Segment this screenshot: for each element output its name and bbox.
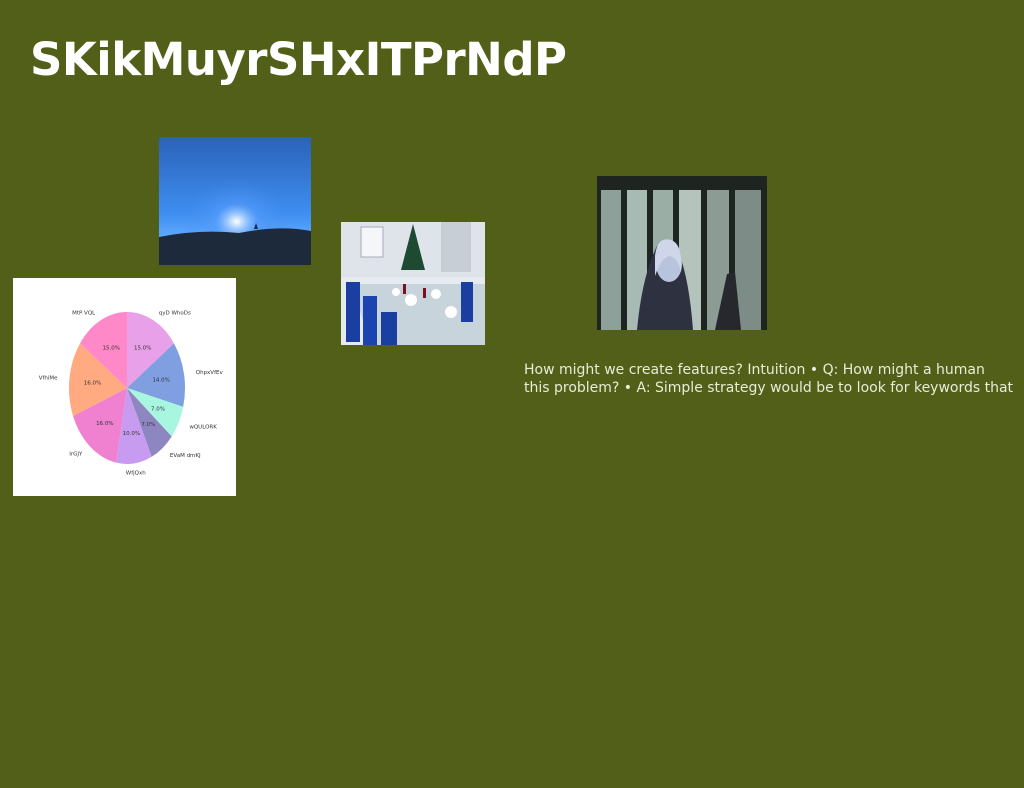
- pie-percent-label: 7.0%: [141, 422, 155, 428]
- pie-percent-label: 10.0%: [123, 431, 140, 437]
- pie-category-label: wQULORK: [189, 425, 217, 431]
- pie-category-label: IrGJY: [69, 451, 83, 457]
- pie-percent-label: 16.0%: [96, 421, 113, 427]
- blue-sunset-photo: [159, 137, 311, 265]
- pie-category-label: QhpxVfEv: [196, 370, 224, 376]
- page-title: SKikMuyrSHxITPrNdP: [30, 33, 567, 86]
- pie-category-label: VfhiMe: [39, 375, 58, 381]
- pie-chart: 15.0% qyD WhoDs 14.0% QhpxVfEv 7.0% wQULORK 7.…: [13, 278, 236, 496]
- dinner-table-photo: [341, 222, 485, 345]
- pie-percent-label: 7.0%: [151, 407, 165, 413]
- body-text-block: How might we create features? Intuition …: [524, 362, 1014, 396]
- pie-category-label: MtP VQL: [72, 310, 96, 316]
- pie-chart-svg: 15.0% qyD WhoDs 14.0% QhpxVfEv 7.0% wQULORK 7.…: [39, 310, 224, 476]
- woman-window-photo: [597, 176, 767, 330]
- pie-percent-label: 16.0%: [84, 380, 101, 386]
- pie-percent-label: 15.0%: [102, 345, 119, 351]
- pie-percent-label: 15.0%: [134, 345, 151, 351]
- pie-percent-label: 14.0%: [152, 377, 169, 383]
- pie-category-label: EVaM dmKJ: [170, 453, 201, 459]
- pie-category-label: WfjQxh: [126, 470, 146, 476]
- pie-category-label: qyD WhoDs: [159, 310, 191, 316]
